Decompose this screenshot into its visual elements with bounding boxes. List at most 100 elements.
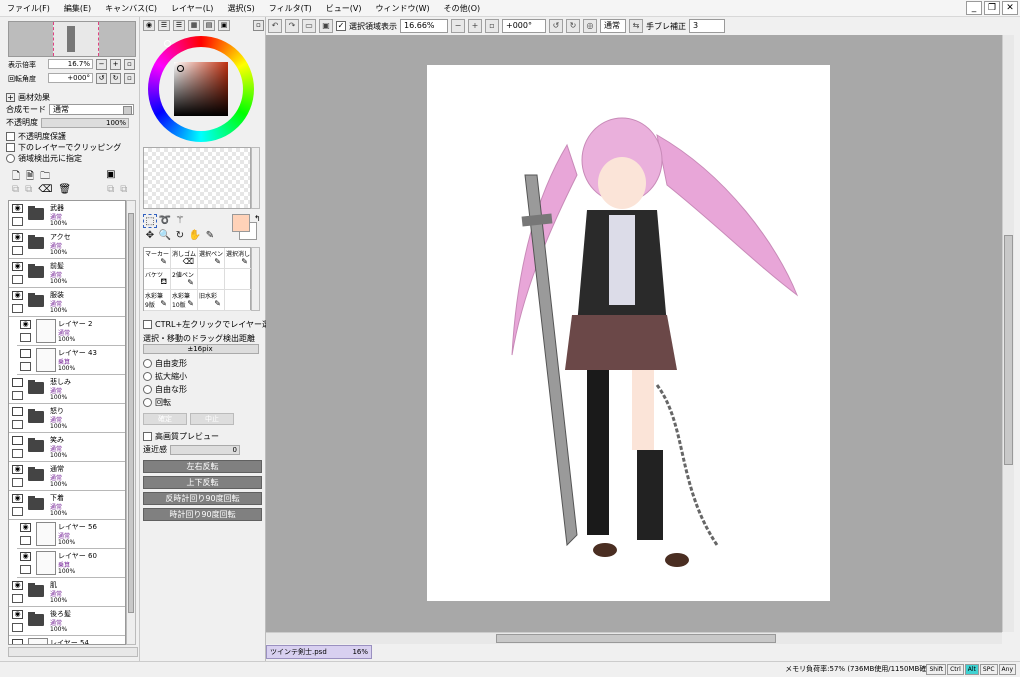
swatch-tab-icon[interactable]: ▤ — [203, 20, 215, 31]
perspective-slider[interactable]: 0 — [170, 444, 240, 455]
visibility-eye-icon[interactable] — [12, 378, 23, 387]
layer-lock-checkbox[interactable] — [12, 246, 23, 255]
layer-lock-checkbox[interactable] — [20, 333, 31, 342]
scratch-scrollbar[interactable] — [251, 147, 260, 209]
undo-icon[interactable]: ↶ — [268, 19, 282, 33]
rotate-reset-icon[interactable]: ◎ — [583, 19, 597, 33]
rect-select-icon[interactable]: ⬚ — [143, 214, 157, 228]
brush-slot[interactable]: 水彩筆 9版 ✎ — [144, 290, 171, 311]
scratch-pad[interactable] — [143, 147, 251, 209]
layer-row[interactable]: レイヤー 54通常100% — [9, 636, 125, 644]
layer-row[interactable]: ◉ 後ろ髪 通常 100% — [9, 607, 125, 636]
layer-row[interactable]: 怒り 通常 100% — [9, 404, 125, 433]
layer-row[interactable]: ◉ レイヤー 2 通常 100% — [17, 317, 125, 346]
layer-list-hscroll[interactable] — [8, 647, 138, 657]
layer-row[interactable]: ◉ アクセ 通常 100% — [9, 230, 125, 259]
lock-layer-icon[interactable]: ⧉ — [107, 184, 114, 195]
foreground-color-swatch[interactable] — [232, 214, 250, 232]
zoom-select[interactable]: 16.66% — [400, 19, 448, 33]
canvas-area[interactable] — [266, 35, 1002, 632]
clipping-row[interactable]: 下のレイヤーでクリッピング — [6, 142, 121, 153]
lasso-icon[interactable]: ➰ — [158, 214, 172, 228]
visibility-eye-icon[interactable]: ◉ — [12, 262, 23, 271]
visibility-eye-icon[interactable] — [12, 639, 23, 644]
mode-rotate-row[interactable]: 回転 — [143, 397, 171, 408]
mode-scale-row[interactable]: 拡大縮小 — [143, 371, 187, 382]
color-wheel-tab-icon[interactable]: ◉ — [143, 20, 155, 31]
rotate-ccw-button[interactable]: 反時計回り90度回転 — [143, 492, 262, 505]
deselect-icon[interactable]: ▭ — [302, 19, 316, 33]
brush-slot[interactable] — [198, 269, 225, 290]
layer-row[interactable]: ◉ 服装 通常 100% — [9, 288, 125, 317]
menu-layer[interactable]: レイヤー(L) — [164, 0, 220, 17]
delete-layer-icon[interactable]: 🗑 — [58, 184, 71, 195]
layer-lock-checkbox[interactable] — [12, 507, 23, 516]
layer-row[interactable]: ◉ 肌通常 100% — [9, 578, 125, 607]
opacity-slider[interactable]: 100% — [41, 117, 129, 128]
flip-vertical-button[interactable]: 上下反転 — [143, 476, 262, 489]
flip-horizontal-button[interactable]: 左右反転 — [143, 460, 262, 473]
rotation-select[interactable]: +000° — [502, 19, 546, 33]
protect-opacity-row[interactable]: 不透明度保護 — [6, 131, 66, 142]
magic-wand-icon[interactable]: ⚚ — [173, 214, 187, 228]
texture-toggle[interactable]: + 画材効果 — [6, 92, 50, 103]
hsv-slider-tab-icon[interactable]: ☰ — [173, 20, 185, 31]
canvas-hscroll-thumb[interactable] — [496, 634, 776, 643]
rotate-icon[interactable]: ↻ — [173, 229, 187, 243]
zoom-out-icon[interactable]: − — [451, 19, 465, 33]
brush-slot[interactable]: 選択消し ✎ — [225, 248, 252, 269]
canvas-paper[interactable] — [427, 65, 830, 601]
confirm-button[interactable]: 確定 — [143, 413, 187, 425]
layer-lock-checkbox[interactable] — [12, 304, 23, 313]
menu-other[interactable]: その他(O) — [437, 0, 488, 17]
ctrl-select-checkbox[interactable] — [143, 320, 152, 329]
mode-distort-row[interactable]: 自由な形 — [143, 384, 187, 395]
layer-lock-checkbox[interactable] — [12, 594, 23, 603]
layer-list-scrollbar[interactable] — [126, 200, 136, 645]
brush-slot[interactable]: 消しゴム ⌫ — [171, 248, 198, 269]
detect-source-row[interactable]: 領域検出元に指定 — [6, 153, 82, 164]
layer-row[interactable]: ◉ レイヤー 60 乗算 100% — [17, 549, 125, 578]
nav-zoom-reset-icon[interactable]: ▫ — [124, 59, 135, 70]
layer-row[interactable]: ◉ 通常 通常 100% — [9, 462, 125, 491]
mode-free-radio[interactable] — [143, 359, 152, 368]
menu-canvas[interactable]: キャンバス(C) — [98, 0, 164, 17]
layer-lock-checkbox[interactable] — [20, 536, 31, 545]
visibility-eye-icon[interactable]: ◉ — [12, 233, 23, 242]
blend-mode-select[interactable]: 通常 — [49, 104, 134, 115]
restore-button[interactable]: ❐ — [984, 1, 1000, 15]
visibility-eye-icon[interactable]: ◉ — [12, 465, 23, 474]
zoom-in-icon[interactable]: + — [468, 19, 482, 33]
brush-slot[interactable]: 旧水彩 ✎ — [198, 290, 225, 311]
menu-view[interactable]: ビュー(V) — [319, 0, 369, 17]
layer-row[interactable]: レイヤー 43 乗算 100% — [17, 346, 125, 375]
mode-free-row[interactable]: 自由変形 — [143, 358, 187, 369]
visibility-eye-icon[interactable]: ◉ — [12, 291, 23, 300]
layer-lock-checkbox[interactable] — [12, 217, 23, 226]
show-selection-checkbox[interactable]: ✓ — [336, 21, 346, 31]
mode-distort-radio[interactable] — [143, 385, 152, 394]
visibility-eye-icon[interactable]: ◉ — [12, 204, 23, 213]
panel-close-icon[interactable]: ▫ — [253, 20, 264, 31]
canvas-vscroll-thumb[interactable] — [1004, 235, 1013, 465]
stabilizer-select[interactable]: 3 — [689, 19, 725, 33]
layer-row[interactable]: ◉ 前髪 通常 100% — [9, 259, 125, 288]
protect-opacity-checkbox[interactable] — [6, 132, 15, 141]
cancel-button[interactable]: 中止 — [190, 413, 234, 425]
visibility-eye-icon[interactable]: ◉ — [20, 320, 31, 329]
visibility-eye-icon[interactable] — [12, 407, 23, 416]
nav-zoom-in-icon[interactable]: + — [110, 59, 121, 70]
scratchpad-tab-icon[interactable]: ▣ — [218, 20, 230, 31]
layer-lock-checkbox[interactable] — [12, 478, 23, 487]
nav-rotate-left-icon[interactable]: ↺ — [96, 73, 107, 84]
palette-tab-icon[interactable]: ▦ — [188, 20, 200, 31]
nav-rotate-right-icon[interactable]: ↻ — [110, 73, 121, 84]
rgb-slider-tab-icon[interactable]: ☰ — [158, 20, 170, 31]
visibility-eye-icon[interactable]: ◉ — [20, 523, 31, 532]
mode-scale-radio[interactable] — [143, 372, 152, 381]
transfer-down-icon[interactable]: ⧉ — [12, 184, 19, 195]
layer-lock-checkbox[interactable] — [12, 623, 23, 632]
menu-file[interactable]: ファイル(F) — [0, 0, 57, 17]
ctrl-select-row[interactable]: CTRL+左クリックでレイヤー選択 — [143, 319, 278, 330]
visibility-eye-icon[interactable]: ◉ — [12, 581, 23, 590]
